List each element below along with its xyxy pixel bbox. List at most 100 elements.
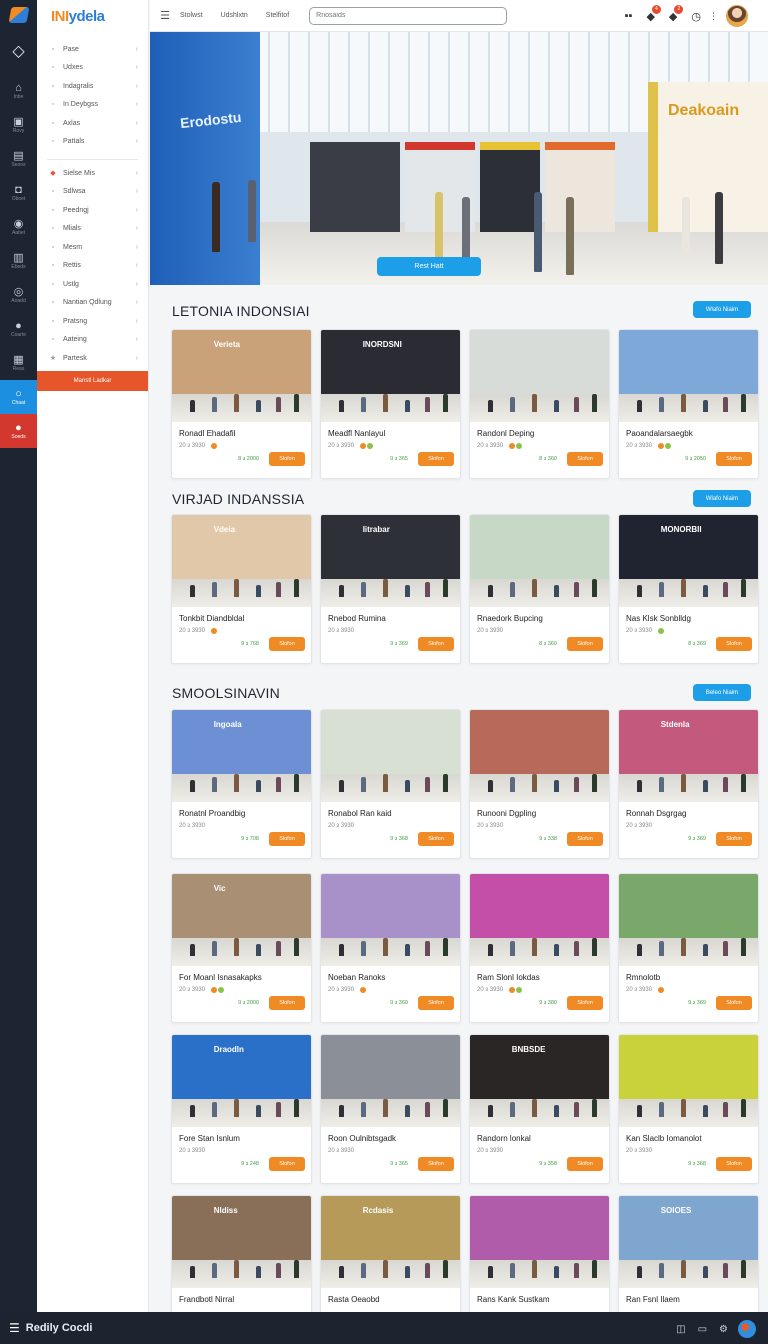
product-card[interactable]: Ingoala Ronatnl Proandbig 20 ɜ 3930 9 ɜ 708… — [171, 709, 312, 859]
notification-icon[interactable]: ◆ 4 — [646, 4, 661, 23]
product-buy-button[interactable]: Slofon — [567, 1157, 603, 1171]
rail-item-10[interactable]: ○ Chaat — [0, 380, 37, 414]
product-image[interactable] — [619, 874, 758, 966]
sidebar-item-group2-8[interactable]: ▫ Pratsng › — [37, 312, 148, 331]
rail-item-1[interactable]: ⌂ Inbe — [0, 74, 37, 108]
product-card[interactable]: Draodln Fore Stan Isnlum 20 ɜ 3930 9 ɜ 248 S… — [171, 1034, 312, 1184]
section-3-view-all-button[interactable]: Beleo Niaim — [693, 684, 751, 701]
product-image[interactable]: Vdeia — [172, 515, 311, 607]
product-card[interactable]: Paoandalarsaegbk 20 ɜ 3930 9 ɜ 2050 Slofon — [618, 329, 759, 479]
footer-brand[interactable]: ☰ Redily Cocdi — [9, 1321, 92, 1335]
copy-icon[interactable]: ◫ — [676, 1324, 685, 1335]
product-buy-button[interactable]: Slofon — [269, 832, 305, 846]
menu-icon[interactable]: ☰ — [150, 9, 180, 22]
product-image[interactable]: MONORBII — [619, 515, 758, 607]
product-name[interactable]: Nas Klsk Sonblldg — [626, 614, 758, 624]
rail-item-5[interactable]: ◉ Aabet — [0, 210, 37, 244]
product-name[interactable]: Randorn lonkal — [477, 1134, 609, 1144]
product-name[interactable]: Ronabol Ran kaid — [328, 809, 460, 819]
chat-icon[interactable]: ▭ — [698, 1324, 707, 1335]
product-buy-button[interactable]: Slofon — [716, 637, 752, 651]
globe-icon[interactable] — [738, 1320, 756, 1338]
sidebar-item-group2-4[interactable]: ▫ Mesm › — [37, 238, 148, 257]
rail-item-8[interactable]: ● Coarte — [0, 312, 37, 346]
product-buy-button[interactable]: Slofon — [716, 996, 752, 1010]
sidebar-item-group2-6[interactable]: ▫ Ustlg › — [37, 275, 148, 294]
product-card[interactable]: Vic For Moanl Isnasakapks 20 ɜ 3930 9 ɜ 200… — [171, 873, 312, 1023]
product-card[interactable]: Rcdasis Rasta Oeaobd — [320, 1195, 461, 1315]
product-buy-button[interactable]: Slofon — [269, 996, 305, 1010]
rail-item-9[interactable]: ▦ Reas — [0, 346, 37, 380]
product-buy-button[interactable]: Slofon — [716, 1157, 752, 1171]
product-buy-button[interactable]: Slofon — [567, 452, 603, 466]
top-link-3[interactable]: Stelfitof — [266, 12, 289, 19]
product-buy-button[interactable]: Slofon — [418, 832, 454, 846]
sidebar-item-group2-1[interactable]: ▫ Sdlwsa › — [37, 183, 148, 202]
top-link-1[interactable]: Stolwst — [180, 12, 203, 19]
sidebar-item-group1-0[interactable]: ▫ Pase › — [37, 40, 148, 59]
product-image[interactable]: Nldiss — [172, 1196, 311, 1288]
product-name[interactable]: Roon Oulnibtsgadk — [328, 1134, 460, 1144]
rail-item-7[interactable]: ◎ Aoadd — [0, 278, 37, 312]
product-card[interactable]: Stdenla Ronnah Dsgrgag 20 ɜ 3930 9 ɜ 369 Slo… — [618, 709, 759, 859]
product-buy-button[interactable]: Slofon — [567, 996, 603, 1010]
product-card[interactable]: SOIOES Ran Fsnl Ilaem — [618, 1195, 759, 1315]
product-image[interactable] — [321, 874, 460, 966]
product-name[interactable]: Rmnolotb — [626, 973, 758, 983]
search-input[interactable] — [316, 12, 487, 19]
product-image[interactable] — [470, 515, 609, 607]
message-icon[interactable]: ◆ 2 — [669, 4, 684, 23]
apps-grid-icon[interactable]: ▪▪ — [625, 10, 633, 22]
product-card[interactable]: Ronabol Ran kaid 20 ɜ 3930 9 ɜ 368 Slofon — [320, 709, 461, 859]
product-card[interactable]: Kan Slaclb Iomanolot 20 ɜ 3930 9 ɜ 368 Slof… — [618, 1034, 759, 1184]
product-name[interactable]: Rnebod Rumina — [328, 614, 460, 624]
sidebar-item-group1-3[interactable]: ▫ In Deybgss › — [37, 96, 148, 115]
product-card[interactable]: Noeban Ranoks 20 ɜ 3930 9 ɜ 360 Slofon — [320, 873, 461, 1023]
search-box[interactable] — [309, 6, 508, 25]
product-image[interactable] — [470, 1196, 609, 1288]
sidebar-item-group1-5[interactable]: ▫ Pattals › — [37, 133, 148, 152]
product-name[interactable]: Paoandalarsaegbk — [626, 429, 758, 439]
product-name[interactable]: Kan Slaclb Iomanolot — [626, 1134, 758, 1144]
product-card[interactable]: Runooni Dgpling 20 ɜ 3930 9 ɜ 338 Slofon — [469, 709, 610, 859]
sidebar-item-group2-10[interactable]: ★ Partesk › — [37, 349, 148, 368]
product-buy-button[interactable]: Slofon — [567, 637, 603, 651]
product-name[interactable]: For Moanl Isnasakapks — [179, 973, 311, 983]
product-card[interactable]: Iitrabar Rnebod Rumina 20 ɜ 3930 9 ɜ 369 Slo… — [320, 514, 461, 664]
product-image[interactable] — [321, 710, 460, 802]
sidebar-item-group2-9[interactable]: ▫ Aateing › — [37, 331, 148, 350]
nav-cta-button[interactable]: Manstl Ladkar — [37, 370, 148, 391]
product-card[interactable]: BNBSDE Randorn lonkal 20 ɜ 3930 9 ɜ 358 Slof… — [469, 1034, 610, 1184]
rail-item-11[interactable]: ● Soeds — [0, 414, 37, 448]
product-image[interactable]: Verieta — [172, 330, 311, 422]
sidebar-item-group1-2[interactable]: ▫ Indagralis › — [37, 77, 148, 96]
history-icon[interactable]: ◷ — [691, 10, 701, 23]
section-1-view-all-button[interactable]: Wlafo Niaim — [693, 301, 751, 318]
product-card[interactable]: MONORBII Nas Klsk Sonblldg 20 ɜ 3930 8 ɜ 36… — [618, 514, 759, 664]
product-name[interactable]: Rasta Oeaobd — [328, 1295, 460, 1305]
sidebar-item-group2-2[interactable]: ▫ Peedngj › — [37, 201, 148, 220]
product-buy-button[interactable]: Slofon — [716, 452, 752, 466]
product-name[interactable]: Randonl Deping — [477, 429, 609, 439]
product-image[interactable]: Rcdasis — [321, 1196, 460, 1288]
product-image[interactable]: Ingoala — [172, 710, 311, 802]
product-image[interactable] — [470, 710, 609, 802]
product-image[interactable]: BNBSDE — [470, 1035, 609, 1127]
product-name[interactable]: Rans Kank Sustkam — [477, 1295, 609, 1305]
rail-item-2[interactable]: ▣ Rovy — [0, 108, 37, 142]
product-card[interactable]: Nldiss Frandbotl Nirral — [171, 1195, 312, 1315]
product-image[interactable]: Vic — [172, 874, 311, 966]
product-name[interactable]: Noeban Ranoks — [328, 973, 460, 983]
brand-logo[interactable]: INI ydela — [37, 0, 148, 32]
product-card[interactable]: Ram Slonl Iokdas 20 ɜ 3930 9 ɜ 380 Slofon — [469, 873, 610, 1023]
product-buy-button[interactable]: Slofon — [418, 452, 454, 466]
product-card[interactable]: Roon Oulnibtsgadk 20 ɜ 3930 9 ɜ 365 Slofon — [320, 1034, 461, 1184]
product-card[interactable]: Verieta Ronadl Ehadafil 20 ɜ 3930 8 ɜ 2000 S… — [171, 329, 312, 479]
product-card[interactable]: Rnaedork Bupcing 20 ɜ 3930 8 ɜ 360 Slofon — [469, 514, 610, 664]
product-card[interactable]: Rmnolotb 20 ɜ 3930 9 ɜ 369 Slofon — [618, 873, 759, 1023]
product-buy-button[interactable]: Slofon — [567, 832, 603, 846]
settings-icon[interactable]: ⚙ — [719, 1324, 728, 1335]
product-name[interactable]: Frandbotl Nirral — [179, 1295, 311, 1305]
product-image[interactable] — [321, 1035, 460, 1127]
product-image[interactable]: SOIOES — [619, 1196, 758, 1288]
